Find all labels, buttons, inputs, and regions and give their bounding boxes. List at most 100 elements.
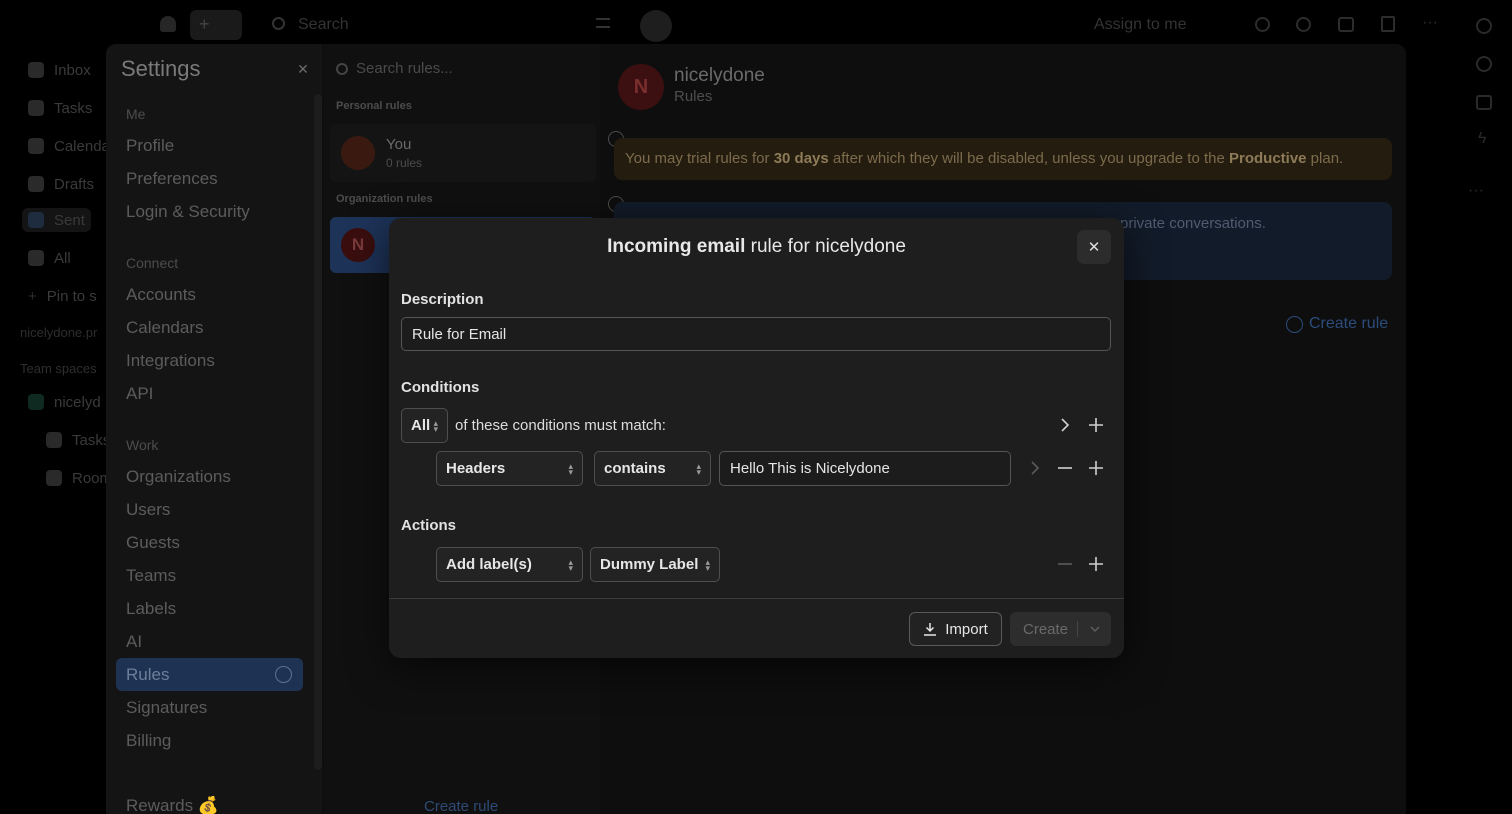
sidebar-item-inbox[interactable]: Inbox: [28, 58, 91, 82]
trash-icon[interactable]: [1381, 16, 1395, 32]
add-circle-icon[interactable]: [275, 666, 292, 683]
match-mode-select[interactable]: All ▴ ▾: [401, 408, 448, 443]
nav-guests[interactable]: Guests: [126, 533, 180, 553]
bell-icon[interactable]: [160, 16, 176, 32]
org-avatar: N: [618, 64, 664, 110]
avatar[interactable]: [640, 10, 672, 42]
sidebar-item-all[interactable]: All: [28, 246, 71, 270]
sidebar-item-drafts[interactable]: Drafts: [28, 172, 94, 196]
info-text: private conversations.: [1120, 215, 1266, 232]
calendar-icon[interactable]: [1476, 95, 1492, 110]
nav-integrations[interactable]: Integrations: [126, 351, 215, 371]
nav-billing[interactable]: Billing: [126, 731, 171, 751]
main-sidebar: Inbox Tasks Calenda Drafts Sent All + Pin…: [0, 50, 112, 814]
condition-operator-select[interactable]: contains ▴ ▾: [594, 451, 711, 486]
org-avatar: N: [341, 228, 375, 262]
team-rooms-item[interactable]: Room: [46, 466, 112, 490]
search-rules-input[interactable]: Search rules...: [336, 60, 453, 77]
remove-action-button[interactable]: [1056, 555, 1074, 573]
updown-icon: ▴ ▾: [568, 556, 573, 573]
match-description: of these conditions must match:: [455, 417, 666, 434]
right-rail: ϟ ···: [1452, 0, 1512, 814]
clock-icon[interactable]: [1296, 17, 1311, 32]
add-action-button[interactable]: [1087, 555, 1105, 573]
updown-icon: ▴ ▾: [433, 417, 438, 434]
nav-users[interactable]: Users: [126, 500, 170, 520]
avatar: [341, 136, 375, 170]
nav-accounts[interactable]: Accounts: [126, 285, 196, 305]
remove-condition-button[interactable]: [1056, 459, 1074, 477]
team-tasks-item[interactable]: Tasks: [46, 428, 110, 452]
personal-rules-heading: Personal rules: [336, 100, 412, 112]
sidebar-item-sent[interactable]: Sent: [22, 208, 91, 232]
bolt-icon[interactable]: ϟ: [1478, 130, 1486, 148]
undo-icon[interactable]: [1255, 17, 1270, 32]
import-button[interactable]: Import: [909, 612, 1002, 646]
action-type-select[interactable]: Add label(s) ▴ ▾: [436, 547, 583, 582]
check-icon[interactable]: [1476, 56, 1492, 72]
create-rule-link[interactable]: Create rule: [1286, 315, 1388, 333]
chevron-right-icon[interactable]: [1056, 416, 1074, 434]
search-icon: [272, 17, 285, 30]
updown-icon: ▴ ▾: [705, 556, 710, 573]
nav-preferences[interactable]: Preferences: [126, 169, 218, 189]
nav-rewards[interactable]: Rewards 💰: [126, 796, 219, 814]
nav-rules-label: Rules: [126, 665, 170, 684]
inbox-icon: [28, 62, 44, 78]
conditions-label: Conditions: [401, 379, 480, 396]
description-label: Description: [401, 291, 484, 308]
nav-api[interactable]: API: [126, 384, 153, 404]
condition-field-select[interactable]: Headers ▴ ▾: [436, 451, 583, 486]
more-icon[interactable]: ···: [1468, 182, 1484, 200]
settings-scrollbar[interactable]: [314, 94, 322, 770]
actions-label: Actions: [401, 517, 457, 534]
compose-button[interactable]: +: [190, 10, 242, 40]
nav-login-security[interactable]: Login & Security: [126, 202, 250, 222]
search-input[interactable]: Search: [298, 16, 349, 34]
sidebar-item-pin[interactable]: + Pin to s: [28, 284, 97, 308]
calendar-icon: [28, 138, 44, 154]
sidebar-item-tasks[interactable]: Tasks: [28, 96, 92, 120]
close-dialog-button[interactable]: ✕: [1077, 230, 1111, 264]
personal-rule-item[interactable]: You 0 rules: [330, 124, 596, 182]
assign-to-me-button[interactable]: Assign to me: [1094, 16, 1186, 34]
nav-ai[interactable]: AI: [126, 632, 142, 652]
download-icon: [923, 622, 937, 636]
add-condition-button[interactable]: [1087, 459, 1105, 477]
nav-rules[interactable]: Rules: [116, 658, 303, 691]
info-icon[interactable]: [1476, 18, 1492, 34]
sidebar-item-calendar[interactable]: Calenda: [28, 134, 110, 158]
tasks-icon: [46, 432, 62, 448]
detail-title: nicelydone: [674, 65, 765, 86]
plus-icon: +: [28, 287, 37, 305]
nav-organizations[interactable]: Organizations: [126, 467, 231, 487]
chevron-right-icon[interactable]: [1026, 459, 1044, 477]
nav-labels[interactable]: Labels: [126, 599, 176, 619]
tasks-icon: [28, 100, 44, 116]
search-icon: [336, 62, 348, 75]
filter-icon[interactable]: [596, 18, 610, 28]
archive-icon[interactable]: [1338, 17, 1354, 32]
rule-editor-dialog: Incoming email rule for nicelydone ✕ Des…: [389, 218, 1124, 658]
chevron-down-icon[interactable]: [1078, 626, 1111, 632]
nav-profile[interactable]: Profile: [126, 136, 174, 156]
workspace-label: nicelydone.pr: [20, 324, 98, 340]
section-me: Me: [126, 106, 146, 122]
detail-subtitle: Rules: [674, 88, 713, 105]
team-icon: [28, 394, 44, 410]
team-item[interactable]: nicelyd: [28, 390, 101, 414]
nav-calendars[interactable]: Calendars: [126, 318, 204, 338]
send-icon: [28, 212, 44, 228]
create-button[interactable]: Create: [1010, 612, 1111, 646]
description-input[interactable]: [401, 317, 1111, 351]
nav-signatures[interactable]: Signatures: [126, 698, 207, 718]
action-label-select[interactable]: Dummy Label ▴ ▾: [590, 547, 720, 582]
settings-title: Settings: [121, 56, 201, 81]
nav-teams[interactable]: Teams: [126, 566, 176, 586]
more-icon[interactable]: ···: [1422, 14, 1438, 32]
close-settings-button[interactable]: ✕: [292, 58, 314, 80]
add-circle-icon: [1286, 315, 1303, 333]
add-condition-group-button[interactable]: [1087, 416, 1105, 434]
condition-value-input[interactable]: [719, 451, 1011, 486]
create-rule-button[interactable]: Create rule: [424, 798, 498, 814]
